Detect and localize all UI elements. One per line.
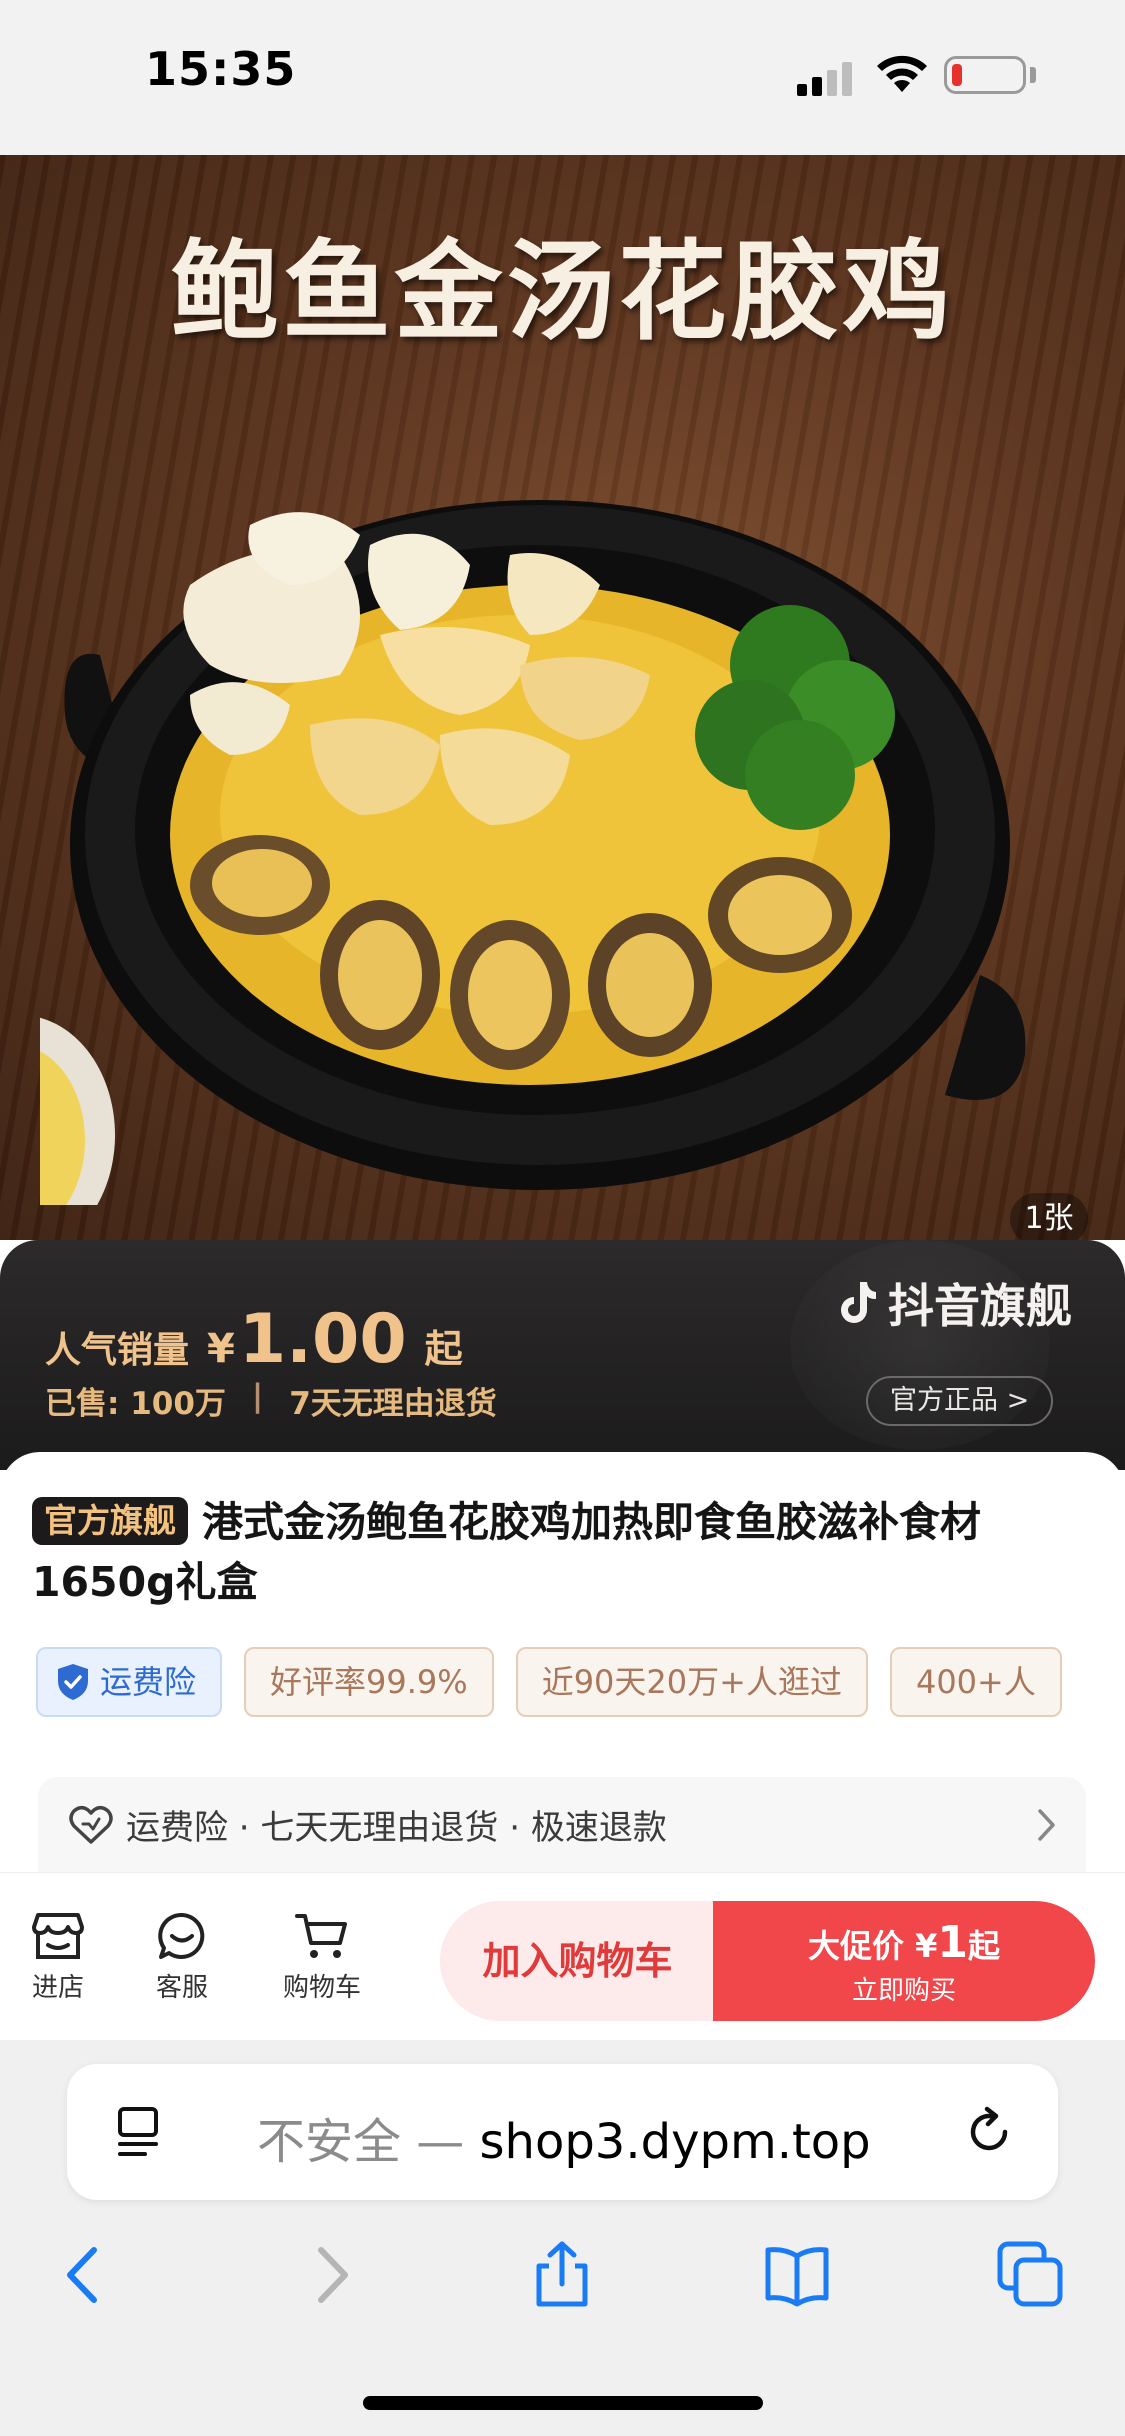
url-text: shop3.dypm.top: [479, 2114, 871, 2170]
reload-icon[interactable]: [963, 2106, 1015, 2158]
abalone-soup-pot-image: [40, 500, 1026, 1205]
battery-icon: [944, 56, 1026, 94]
promo-price-value: 1: [937, 1917, 969, 1968]
store-button[interactable]: 进店: [8, 1911, 108, 2004]
chevron-right-icon: [1038, 1809, 1055, 1841]
promo-price-prefix: 大促价 ¥: [807, 1927, 938, 1965]
not-secure-label: 不安全 —: [257, 2114, 465, 2170]
price-value: 1.00: [238, 1300, 407, 1379]
battery-cap: [1030, 67, 1036, 83]
feature-chips: 运费险 好评率99.9% 近90天20万+人逛过 400+人: [36, 1647, 1125, 1721]
share-icon[interactable]: [527, 2240, 597, 2310]
douyin-flagship-badge: 抖音旗舰: [838, 1270, 1072, 1336]
back-arrow-icon[interactable]: [50, 2240, 120, 2310]
address-text: 不安全 — shop3.dypm.top: [257, 2102, 871, 2172]
cellular-signal-icon: [797, 62, 859, 96]
store-icon: [32, 1913, 84, 1959]
heart-shield-icon: [69, 1805, 113, 1844]
cart-button[interactable]: 购物车: [272, 1911, 372, 2004]
customer-service-button[interactable]: 客服: [132, 1911, 232, 2004]
chip-visitors[interactable]: 近90天20万+人逛过: [515, 1647, 868, 1717]
service-guarantee-row[interactable]: 运费险 · 七天无理由退货 · 极速退款: [38, 1777, 1086, 1872]
home-indicator: [363, 2396, 763, 2410]
product-title-block: 官方旗舰 港式金汤鲍鱼花胶鸡加热即食鱼胶滋补食材1650g礼盒: [32, 1492, 1092, 1612]
add-to-cart-button[interactable]: 加入购物车: [440, 1901, 715, 2021]
separator: |: [251, 1378, 264, 1414]
promo-price-line: 大促价 ¥1起: [713, 1917, 1095, 1968]
service-label: 客服: [155, 1973, 208, 2003]
chip-rating[interactable]: 好评率99.9%: [244, 1647, 494, 1717]
tabs-icon[interactable]: [996, 2240, 1066, 2310]
price-suffix: 起: [424, 1327, 463, 1371]
brand-name: 抖音旗舰: [888, 1279, 1072, 1333]
status-time: 15:35: [145, 42, 297, 96]
currency-symbol: ¥: [207, 1326, 235, 1372]
wifi-icon: [877, 55, 927, 92]
return-policy: 7天无理由退货: [289, 1386, 497, 1422]
tiktok-logo-icon: [841, 1282, 876, 1323]
buy-now-label: 立即购买: [851, 1976, 956, 2006]
chip-more[interactable]: 400+人: [889, 1647, 1062, 1717]
price-banner: 人气销量 ¥ 1.00 起 已售: 100万 | 7天无理由退货 抖音旗舰 官方…: [0, 1240, 1125, 1470]
product-image-carousel[interactable]: 鲍鱼金汤花胶鸡 1张: [0, 155, 1125, 1240]
browser-toolbar: 不安全 — shop3.dypm.top: [0, 2040, 1125, 2436]
price-line: 人气销量 ¥ 1.00 起: [45, 1300, 463, 1379]
forward-arrow-icon[interactable]: [295, 2240, 365, 2310]
shopping-cart-icon: [295, 1914, 347, 1958]
store-label: 进店: [31, 1973, 84, 2003]
customer-service-icon: [158, 1912, 205, 1959]
buy-now-button[interactable]: 大促价 ¥1起 立即购买: [713, 1901, 1095, 2021]
chip-label: 运费险: [100, 1663, 197, 1701]
shield-check-icon: [58, 1664, 88, 1700]
address-bar[interactable]: 不安全 — shop3.dypm.top: [67, 2064, 1058, 2200]
official-genuine-link[interactable]: 官方正品 >: [866, 1376, 1054, 1426]
service-text: 运费险 · 七天无理由退货 · 极速退款: [126, 1808, 667, 1848]
hero-title: 鲍鱼金汤花胶鸡: [170, 229, 955, 355]
popular-sales-label: 人气销量: [45, 1330, 190, 1371]
status-bar: 15:35: [0, 0, 1125, 155]
bottom-action-bar: 进店 客服 购物车 加入购物车 大促价 ¥1起 立即购买: [0, 1872, 1125, 2040]
product-info-card: 官方旗舰 港式金汤鲍鱼花胶鸡加热即食鱼胶滋补食材1650g礼盒 运费险 好评率99…: [0, 1452, 1125, 1872]
official-flagship-tag: 官方旗舰: [32, 1497, 188, 1545]
sold-count: 已售: 100万: [45, 1386, 226, 1422]
promo-price-suffix: 起: [968, 1927, 1001, 1965]
reader-page-icon[interactable]: [115, 2106, 161, 2158]
chip-shipping-insurance[interactable]: 运费险: [36, 1647, 223, 1717]
sales-info: 已售: 100万 | 7天无理由退货: [45, 1378, 497, 1423]
image-page-counter: 1张: [1010, 1193, 1088, 1240]
bookmarks-icon[interactable]: [762, 2240, 832, 2310]
cart-label: 购物车: [282, 1973, 361, 2003]
